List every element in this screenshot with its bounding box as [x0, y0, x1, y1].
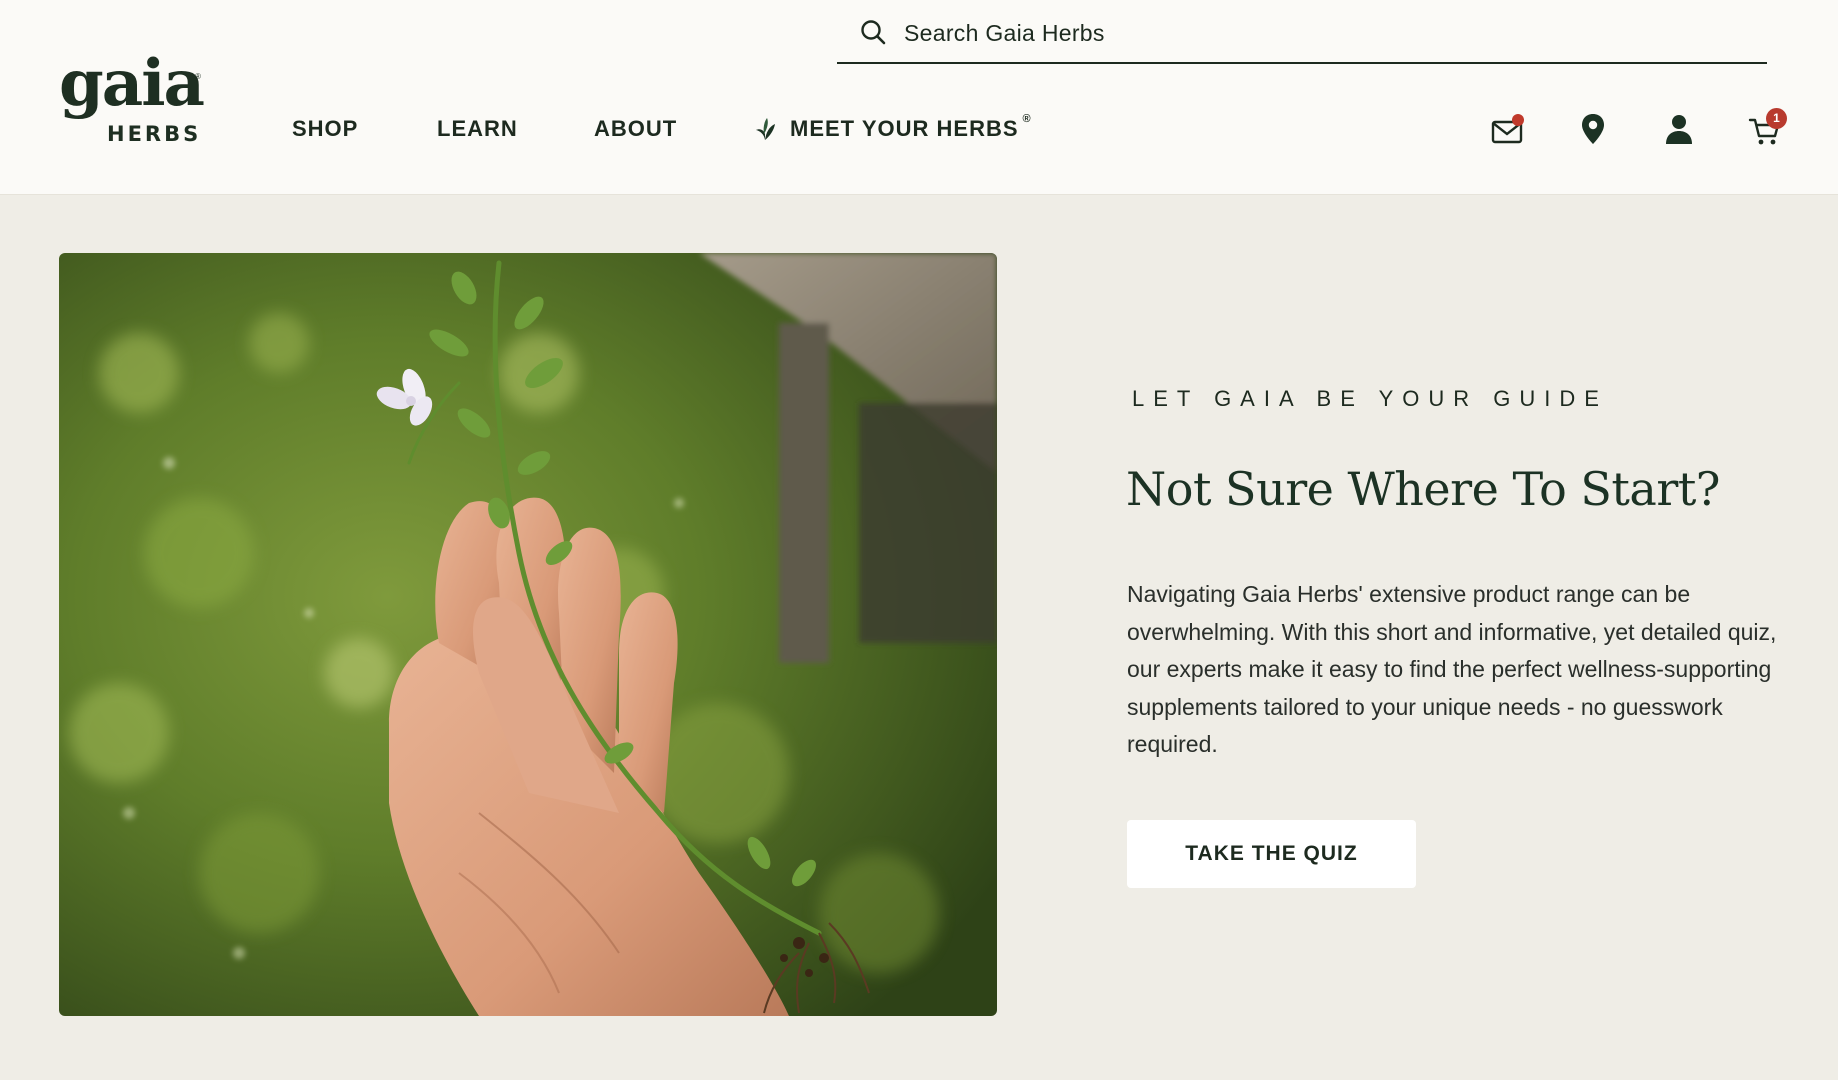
hand-holding-herb-photo: [59, 253, 997, 1016]
nav-shop[interactable]: SHOP: [292, 116, 358, 142]
site-header: gaia ® HERBS Search Gaia Herbs SHOP LEAR…: [0, 0, 1838, 195]
logo-registered-mark: ®: [195, 72, 201, 81]
search-input[interactable]: Search Gaia Herbs: [837, 10, 1767, 64]
nav-registered-mark: ®: [1022, 113, 1032, 125]
gaia-herbs-logo[interactable]: gaia ® HERBS: [59, 52, 209, 154]
logo-wordmark: gaia: [59, 46, 205, 121]
take-the-quiz-button[interactable]: TAKE THE QUIZ: [1127, 820, 1416, 888]
nav-meet-your-herbs[interactable]: MEET YOUR HERBS ®: [752, 113, 1032, 142]
nav-learn[interactable]: LEARN: [437, 116, 518, 142]
mail-notification-dot: [1512, 114, 1524, 126]
location-pin-icon[interactable]: [1576, 112, 1610, 146]
search-icon: [861, 20, 886, 45]
nav-about[interactable]: ABOUT: [594, 116, 677, 142]
hero-headline: Not Sure Where To Start?: [1126, 462, 1720, 516]
logo-subtitle: HERBS: [107, 122, 202, 146]
hero-image: [59, 253, 997, 1016]
leaf-icon: [756, 118, 775, 140]
user-icon[interactable]: [1662, 112, 1696, 146]
hero-eyebrow: LET GAIA BE YOUR GUIDE: [1132, 386, 1608, 411]
nav-meet-your-herbs-label: MEET YOUR HERBS: [790, 116, 1019, 141]
cart-count-badge: 1: [1766, 108, 1787, 129]
search-placeholder: Search Gaia Herbs: [904, 20, 1105, 46]
hero-body-text: Navigating Gaia Herbs' extensive product…: [1127, 581, 1777, 757]
